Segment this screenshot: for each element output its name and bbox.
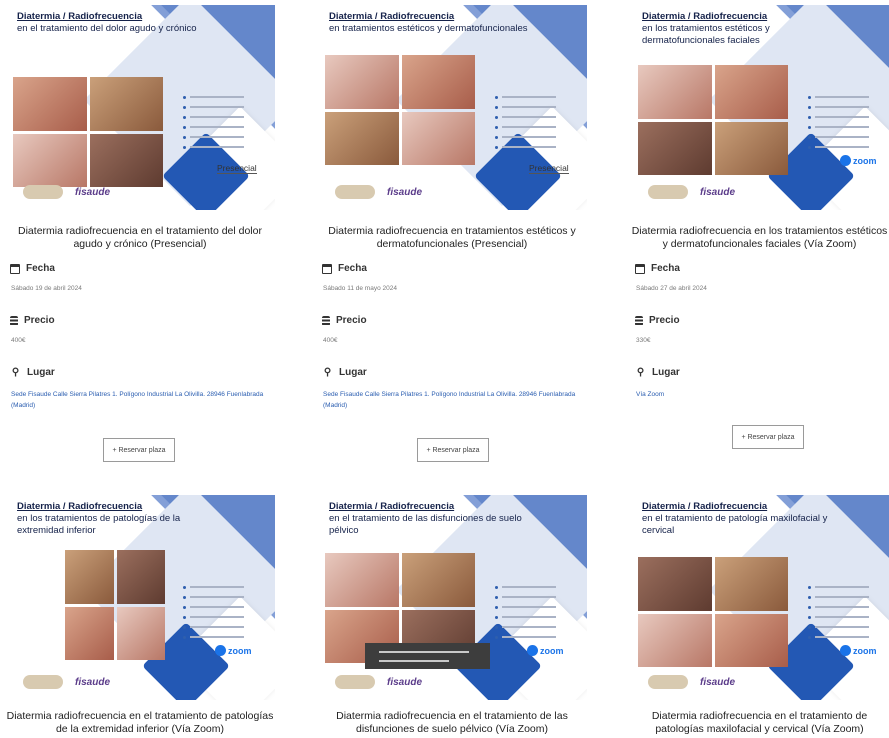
reservar-plaza-button[interactable]: + Reservar plaza <box>103 438 175 462</box>
reservar-plaza-button[interactable]: + Reservar plaza <box>417 438 489 462</box>
banner-photos <box>325 55 475 165</box>
database-icon <box>322 315 330 326</box>
fisaude-logo: fisaude <box>387 676 423 688</box>
fecha-value: Sábado 27 de abril 2024 <box>636 285 707 292</box>
course-title[interactable]: Diatermia radiofrecuencia en el tratamie… <box>317 710 587 736</box>
precio-label: Precio <box>10 315 55 326</box>
lugar-label: ⚲ Lugar <box>323 367 367 378</box>
partner-logo <box>23 675 63 689</box>
banner-details <box>183 93 273 153</box>
zoom-badge: zoom <box>527 645 564 656</box>
banner-photos <box>13 77 163 187</box>
precio-value: 400€ <box>323 337 338 344</box>
fecha-value: Sábado 11 de mayo 2024 <box>323 285 397 292</box>
banner-title: Diatermia / Radiofrecuencia en los trata… <box>642 11 770 46</box>
banner-logos: fisaude <box>335 675 422 689</box>
precio-value: 330€ <box>636 337 651 344</box>
banner-photos <box>638 557 788 667</box>
fecha-label: Fecha <box>635 263 680 274</box>
banner-mode: Presencial <box>217 163 257 174</box>
course-banner[interactable]: Diatermia / Radiofrecuencia en tratamien… <box>317 5 587 210</box>
course-title[interactable]: Diatermia radiofrecuencia en los tratami… <box>630 225 889 251</box>
fisaude-logo: fisaude <box>75 676 111 688</box>
course-title[interactable]: Diatermia radiofrecuencia en el tratamie… <box>5 710 275 736</box>
map-pin-icon: ⚲ <box>323 367 332 378</box>
banner-caption-box <box>365 643 490 669</box>
partner-logo <box>23 185 63 199</box>
precio-value: 400€ <box>11 337 26 344</box>
banner-title: Diatermia / Radiofrecuencia en tratamien… <box>329 11 528 34</box>
banner-logos: fisaude <box>23 185 110 199</box>
partner-logo <box>335 185 375 199</box>
banner-details <box>808 93 889 153</box>
banner-photos <box>638 65 788 175</box>
calendar-icon <box>10 263 20 274</box>
fisaude-logo: fisaude <box>700 676 736 688</box>
course-banner[interactable]: Diatermia / Radiofrecuencia en los trata… <box>5 495 275 700</box>
course-title[interactable]: Diatermia radiofrecuencia en tratamiento… <box>317 225 587 251</box>
partner-logo <box>335 675 375 689</box>
banner-title: Diatermia / Radiofrecuencia en el tratam… <box>329 501 522 536</box>
lugar-value[interactable]: Sede Fisaude Calle Sierra Pilatres 1. Po… <box>11 389 271 411</box>
banner-logos: fisaude <box>23 675 110 689</box>
course-banner[interactable]: Diatermia / Radiofrecuencia en los trata… <box>630 5 889 210</box>
banner-details <box>495 583 585 643</box>
map-pin-icon: ⚲ <box>11 367 20 378</box>
banner-title: Diatermia / Radiofrecuencia en los trata… <box>17 501 181 536</box>
lugar-value[interactable]: Vía Zoom <box>636 389 876 400</box>
zoom-icon <box>527 645 538 656</box>
calendar-icon <box>635 263 645 274</box>
banner-details <box>808 583 889 643</box>
banner-title: Diatermia / Radiofrecuencia en el tratam… <box>642 501 828 536</box>
zoom-badge: zoom <box>840 645 877 656</box>
banner-details <box>495 93 585 153</box>
course-banner[interactable]: Diatermia / Radiofrecuencia en el tratam… <box>5 5 275 210</box>
fisaude-logo: fisaude <box>387 186 423 198</box>
banner-title: Diatermia / Radiofrecuencia en el tratam… <box>17 11 197 34</box>
zoom-icon <box>215 645 226 656</box>
course-banner[interactable]: Diatermia / Radiofrecuencia en el tratam… <box>317 495 587 700</box>
banner-details <box>183 583 273 643</box>
zoom-icon <box>840 155 851 166</box>
fecha-value: Sábado 19 de abril 2024 <box>11 285 82 292</box>
map-pin-icon: ⚲ <box>636 367 645 378</box>
database-icon <box>10 315 18 326</box>
banner-logos: fisaude <box>648 675 735 689</box>
zoom-badge: zoom <box>215 645 252 656</box>
calendar-icon <box>322 263 332 274</box>
precio-label: Precio <box>322 315 367 326</box>
zoom-icon <box>840 645 851 656</box>
course-title[interactable]: Diatermia radiofrecuencia en el tratamie… <box>5 225 275 251</box>
banner-mode: Presencial <box>529 163 569 174</box>
fisaude-logo: fisaude <box>75 186 111 198</box>
zoom-badge: zoom <box>840 155 877 166</box>
banner-logos: fisaude <box>335 185 422 199</box>
banner-logos: fisaude <box>648 185 735 199</box>
precio-label: Precio <box>635 315 680 326</box>
fecha-label: Fecha <box>10 263 55 274</box>
fecha-label: Fecha <box>322 263 367 274</box>
lugar-label: ⚲ Lugar <box>636 367 680 378</box>
lugar-label: ⚲ Lugar <box>11 367 55 378</box>
course-title[interactable]: Diatermia radiofrecuencia en el tratamie… <box>630 710 889 736</box>
banner-photos <box>65 550 165 660</box>
course-banner[interactable]: Diatermia / Radiofrecuencia en el tratam… <box>630 495 889 700</box>
reservar-plaza-button[interactable]: + Reservar plaza <box>732 425 804 449</box>
partner-logo <box>648 185 688 199</box>
fisaude-logo: fisaude <box>700 186 736 198</box>
database-icon <box>635 315 643 326</box>
lugar-value[interactable]: Sede Fisaude Calle Sierra Pilatres 1. Po… <box>323 389 583 411</box>
partner-logo <box>648 675 688 689</box>
